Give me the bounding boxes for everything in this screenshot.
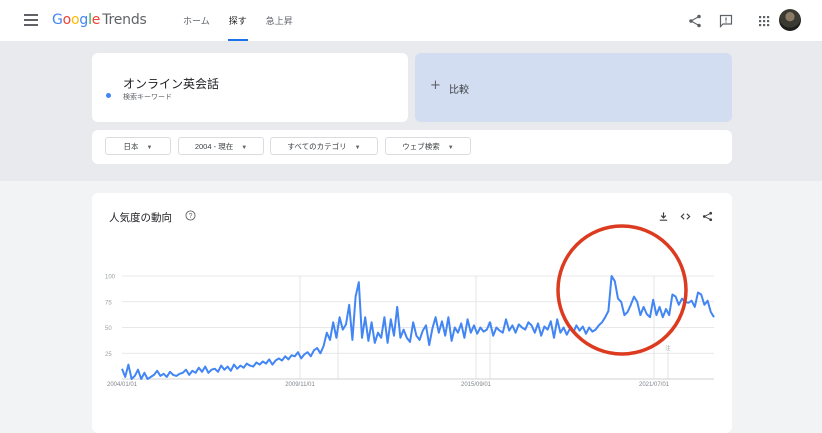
region-filter[interactable]: 日本 ▼	[105, 137, 171, 155]
main-nav: ホーム 探す 急上昇	[183, 0, 312, 41]
nav-trending[interactable]: 急上昇	[266, 0, 293, 41]
search-type-filter-label: ウェブ検索	[402, 142, 440, 151]
trend-chart: 100 75 50 25 2004/01/01 2009/11/01 2015/09/01 2…	[105, 224, 715, 388]
x-tick-label: 2015/09/01	[461, 382, 492, 388]
category-filter-label: すべてのカテゴリ	[287, 142, 347, 151]
caret-down-icon: ▼	[146, 145, 153, 151]
logo-trends: Trends	[102, 12, 147, 28]
term-color-dot	[106, 93, 111, 98]
compare-label: 比較	[449, 85, 469, 96]
search-term[interactable]: オンライン英会話	[123, 75, 219, 92]
y-tick-label: 50	[105, 326, 112, 332]
feedback-icon[interactable]	[719, 14, 733, 28]
x-tick-label: 2004/01/01	[107, 382, 138, 388]
share-icon[interactable]	[688, 14, 702, 28]
nav-explore[interactable]: 探す	[227, 0, 248, 41]
search-term-type: 検索キーワード	[123, 94, 172, 101]
note-marker[interactable]: 注	[665, 344, 671, 352]
caret-down-icon: ▼	[241, 145, 248, 151]
caret-down-icon: ▼	[447, 145, 454, 151]
annotation-circle	[556, 224, 688, 356]
time-filter-label: 2004 - 現在	[194, 142, 234, 151]
avatar[interactable]	[779, 9, 801, 31]
y-tick-label: 25	[105, 352, 112, 358]
x-tick-label: 2009/11/01	[285, 382, 315, 388]
apps-icon[interactable]	[757, 14, 771, 28]
region-filter-label: 日本	[123, 142, 139, 151]
caret-down-icon: ▼	[354, 145, 361, 151]
menu-icon[interactable]	[24, 14, 38, 26]
y-tick-label: 100	[105, 275, 116, 281]
nav-home[interactable]: ホーム	[183, 0, 210, 41]
time-filter[interactable]: 2004 - 現在 ▼	[178, 137, 264, 155]
category-filter[interactable]: すべてのカテゴリ ▼	[270, 137, 378, 155]
google-trends-logo[interactable]: Google Trends	[52, 12, 147, 28]
search-term-card[interactable]: オンライン英会話 検索キーワード	[92, 53, 408, 122]
plus-icon: +	[430, 78, 441, 93]
compare-button[interactable]: + 比較	[415, 53, 732, 122]
top-bar: Google Trends ホーム 探す 急上昇	[0, 0, 822, 42]
x-tick-label: 2021/07/01	[639, 382, 670, 388]
interest-over-time-card: 人気度の動向 ? 100 75 50 25 2004/01/01 2009/11/01 20…	[92, 193, 732, 433]
y-tick-label: 75	[105, 300, 112, 306]
search-type-filter[interactable]: ウェブ検索 ▼	[385, 137, 471, 155]
logo-google: Google	[52, 12, 101, 28]
filter-bar: 日本 ▼ 2004 - 現在 ▼ すべてのカテゴリ ▼ ウェブ検索 ▼	[92, 130, 732, 164]
